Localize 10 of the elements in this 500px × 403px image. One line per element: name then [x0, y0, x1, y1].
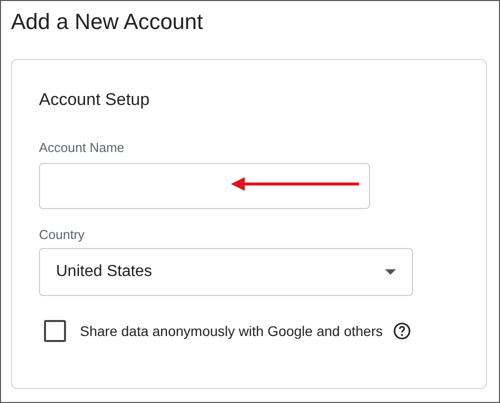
checkbox-label: Share data anonymously with Google and others	[80, 323, 383, 339]
caret-icon	[385, 269, 396, 275]
section-heading: Account Setup	[39, 90, 151, 110]
checkbox[interactable]	[44, 320, 66, 342]
help-icon[interactable]	[392, 322, 411, 340]
page-title: Add a New Account	[11, 9, 204, 36]
field-label: Account Name	[39, 140, 126, 155]
input-field[interactable]	[39, 163, 370, 209]
field-label: Country	[39, 227, 86, 242]
country-dropdown[interactable]: United States	[39, 248, 413, 296]
